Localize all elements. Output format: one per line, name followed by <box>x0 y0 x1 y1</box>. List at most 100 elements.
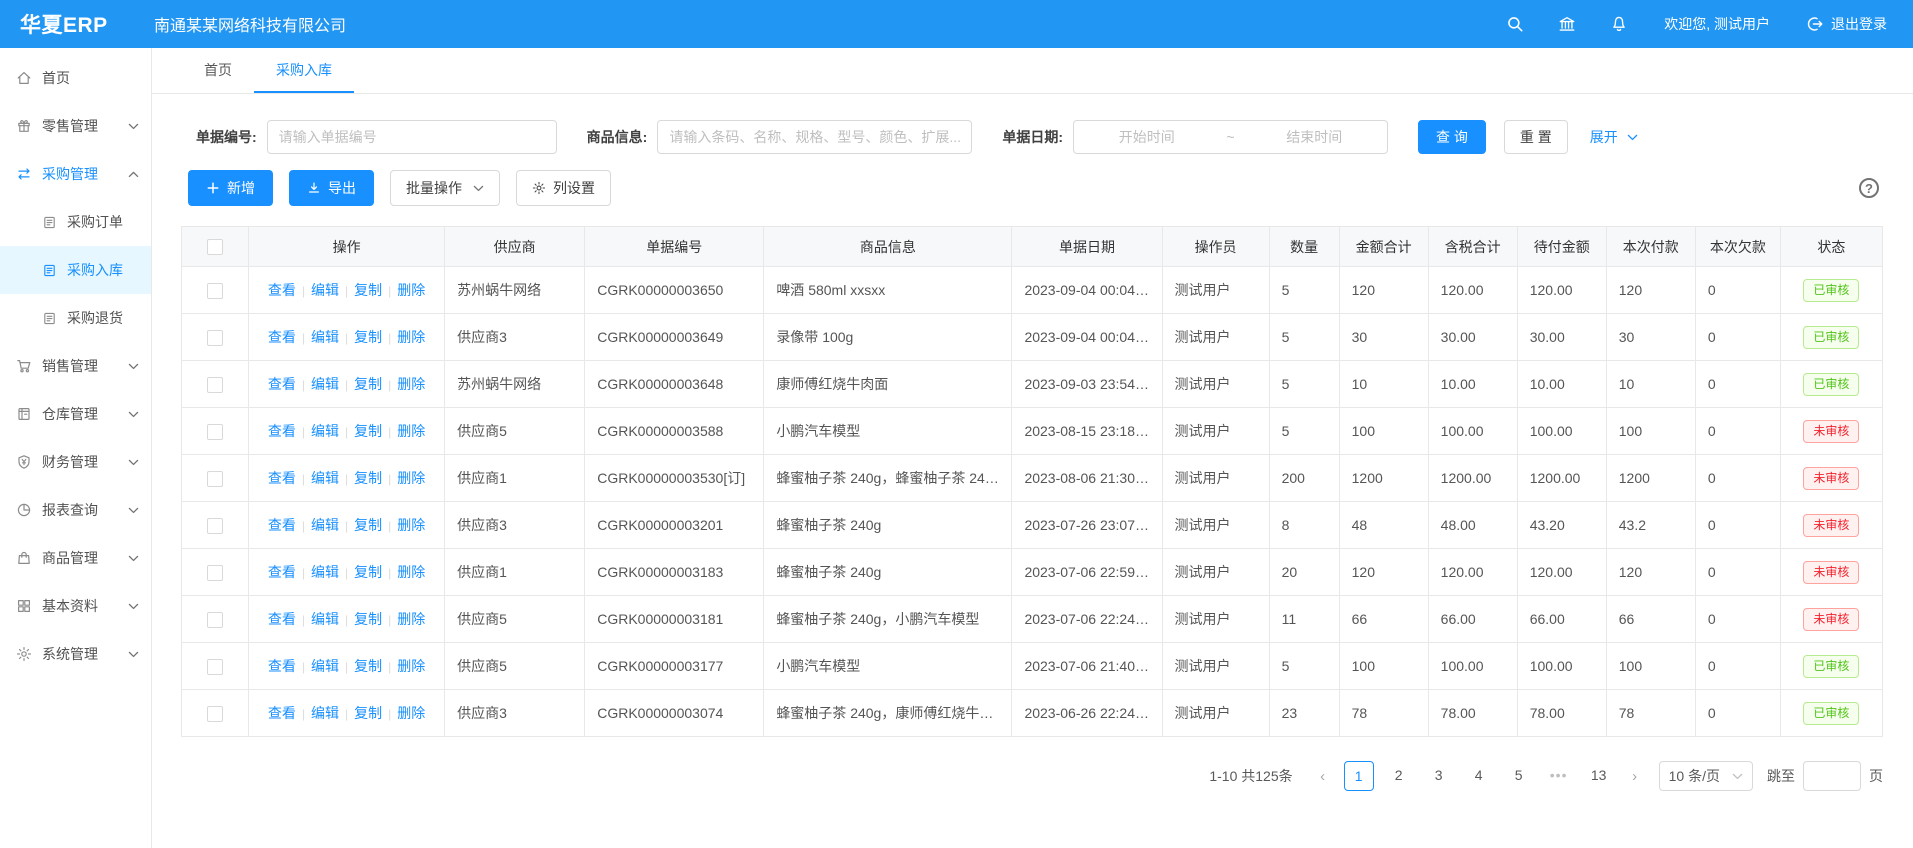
action-edit-link[interactable]: 编辑 <box>311 564 339 580</box>
logout-icon <box>1806 15 1824 33</box>
row-checkbox[interactable] <box>207 330 223 346</box>
pagination-page-5[interactable]: 5 <box>1504 761 1534 791</box>
action-view-link[interactable]: 查看 <box>268 376 296 392</box>
row-checkbox[interactable] <box>207 565 223 581</box>
add-button[interactable]: 新增 <box>188 170 273 206</box>
action-delete-link[interactable]: 删除 <box>397 376 425 392</box>
pagination-page-13[interactable]: 13 <box>1584 761 1614 791</box>
action-delete-link[interactable]: 删除 <box>397 517 425 533</box>
sidebar-item-8[interactable]: 基本资料 <box>0 582 151 630</box>
jump-to-input[interactable] <box>1803 761 1861 791</box>
action-edit-link[interactable]: 编辑 <box>311 658 339 674</box>
operator-cell: 测试用户 <box>1162 361 1269 408</box>
action-view-link[interactable]: 查看 <box>268 517 296 533</box>
debt-amount-cell: 0 <box>1695 690 1780 737</box>
logout-button[interactable]: 退出登录 <box>1806 14 1887 34</box>
help-icon[interactable]: ? <box>1859 178 1879 198</box>
action-copy-link[interactable]: 复制 <box>354 282 382 298</box>
row-checkbox[interactable] <box>207 659 223 675</box>
action-copy-link[interactable]: 复制 <box>354 329 382 345</box>
pagination-page-1[interactable]: 1 <box>1344 761 1374 791</box>
action-delete-link[interactable]: 删除 <box>397 658 425 674</box>
product-info-input[interactable] <box>657 120 972 154</box>
action-edit-link[interactable]: 编辑 <box>311 470 339 486</box>
action-copy-link[interactable]: 复制 <box>354 658 382 674</box>
sidebar-item-7[interactable]: 商品管理 <box>0 534 151 582</box>
reset-button[interactable]: 重 置 <box>1504 120 1568 154</box>
row-checkbox[interactable] <box>207 518 223 534</box>
expand-link[interactable]: 展开 <box>1590 127 1638 147</box>
row-checkbox[interactable] <box>207 424 223 440</box>
sidebar-item-3[interactable]: 销售管理 <box>0 342 151 390</box>
action-view-link[interactable]: 查看 <box>268 282 296 298</box>
sidebar-item-5[interactable]: 财务管理 <box>0 438 151 486</box>
action-delete-link[interactable]: 删除 <box>397 470 425 486</box>
action-delete-link[interactable]: 删除 <box>397 282 425 298</box>
action-copy-link[interactable]: 复制 <box>354 517 382 533</box>
row-checkbox[interactable] <box>207 377 223 393</box>
sidebar-subitem-2-0[interactable]: 采购订单 <box>0 198 151 246</box>
action-edit-link[interactable]: 编辑 <box>311 282 339 298</box>
action-copy-link[interactable]: 复制 <box>354 376 382 392</box>
sidebar-item-1[interactable]: 零售管理 <box>0 102 151 150</box>
action-edit-link[interactable]: 编辑 <box>311 329 339 345</box>
notification-bell-icon[interactable] <box>1610 15 1628 33</box>
search-button[interactable]: 查 询 <box>1418 120 1486 154</box>
action-delete-link[interactable]: 删除 <box>397 611 425 627</box>
pagination-next[interactable]: › <box>1624 768 1646 785</box>
sidebar-subitem-2-2[interactable]: 采购退货 <box>0 294 151 342</box>
home-icon <box>16 70 32 86</box>
action-view-link[interactable]: 查看 <box>268 564 296 580</box>
sidebar-item-4[interactable]: 仓库管理 <box>0 390 151 438</box>
row-checkbox[interactable] <box>207 471 223 487</box>
pagination-page-3[interactable]: 3 <box>1424 761 1454 791</box>
action-copy-link[interactable]: 复制 <box>354 470 382 486</box>
page-size-select[interactable]: 10 条/页 <box>1659 761 1753 791</box>
sidebar-item-2[interactable]: 采购管理 <box>0 150 151 198</box>
document-number-input[interactable] <box>267 120 557 154</box>
action-view-link[interactable]: 查看 <box>268 329 296 345</box>
action-view-link[interactable]: 查看 <box>268 423 296 439</box>
action-edit-link[interactable]: 编辑 <box>311 611 339 627</box>
platform-icon[interactable] <box>1558 15 1576 33</box>
column-settings-button[interactable]: 列设置 <box>516 170 611 206</box>
action-view-link[interactable]: 查看 <box>268 705 296 721</box>
row-checkbox[interactable] <box>207 706 223 722</box>
tab-home[interactable]: 首页 <box>182 48 254 93</box>
pagination-page-4[interactable]: 4 <box>1464 761 1494 791</box>
action-edit-link[interactable]: 编辑 <box>311 517 339 533</box>
action-separator: | <box>302 284 305 298</box>
row-checkbox[interactable] <box>207 612 223 628</box>
paid-amount-cell: 66 <box>1606 596 1695 643</box>
action-edit-link[interactable]: 编辑 <box>311 376 339 392</box>
action-copy-link[interactable]: 复制 <box>354 705 382 721</box>
sidebar-item-6[interactable]: 报表查询 <box>0 486 151 534</box>
action-view-link[interactable]: 查看 <box>268 658 296 674</box>
action-copy-link[interactable]: 复制 <box>354 423 382 439</box>
search-icon[interactable] <box>1506 15 1524 33</box>
date-range-picker[interactable]: 开始时间 ~ 结束时间 <box>1073 120 1388 154</box>
select-all-checkbox[interactable] <box>207 239 223 255</box>
action-delete-link[interactable]: 删除 <box>397 705 425 721</box>
pagination-prev[interactable]: ‹ <box>1312 768 1334 785</box>
sidebar-item-9[interactable]: 系统管理 <box>0 630 151 678</box>
action-delete-link[interactable]: 删除 <box>397 564 425 580</box>
action-edit-link[interactable]: 编辑 <box>311 423 339 439</box>
action-copy-link[interactable]: 复制 <box>354 611 382 627</box>
sidebar-item-label: 财务管理 <box>42 452 124 472</box>
action-view-link[interactable]: 查看 <box>268 470 296 486</box>
row-checkbox[interactable] <box>207 283 223 299</box>
tab-purchase-inbound[interactable]: 采购入库 <box>254 48 354 93</box>
sidebar-subitem-2-1[interactable]: 采购入库 <box>0 246 151 294</box>
action-separator: | <box>345 519 348 533</box>
action-view-link[interactable]: 查看 <box>268 611 296 627</box>
export-button[interactable]: 导出 <box>289 170 374 206</box>
action-delete-link[interactable]: 删除 <box>397 329 425 345</box>
supplier-cell: 供应商1 <box>445 549 585 596</box>
action-edit-link[interactable]: 编辑 <box>311 705 339 721</box>
sidebar-item-0[interactable]: 首页 <box>0 54 151 102</box>
action-copy-link[interactable]: 复制 <box>354 564 382 580</box>
action-delete-link[interactable]: 删除 <box>397 423 425 439</box>
pagination-page-2[interactable]: 2 <box>1384 761 1414 791</box>
batch-operations-button[interactable]: 批量操作 <box>390 170 500 206</box>
